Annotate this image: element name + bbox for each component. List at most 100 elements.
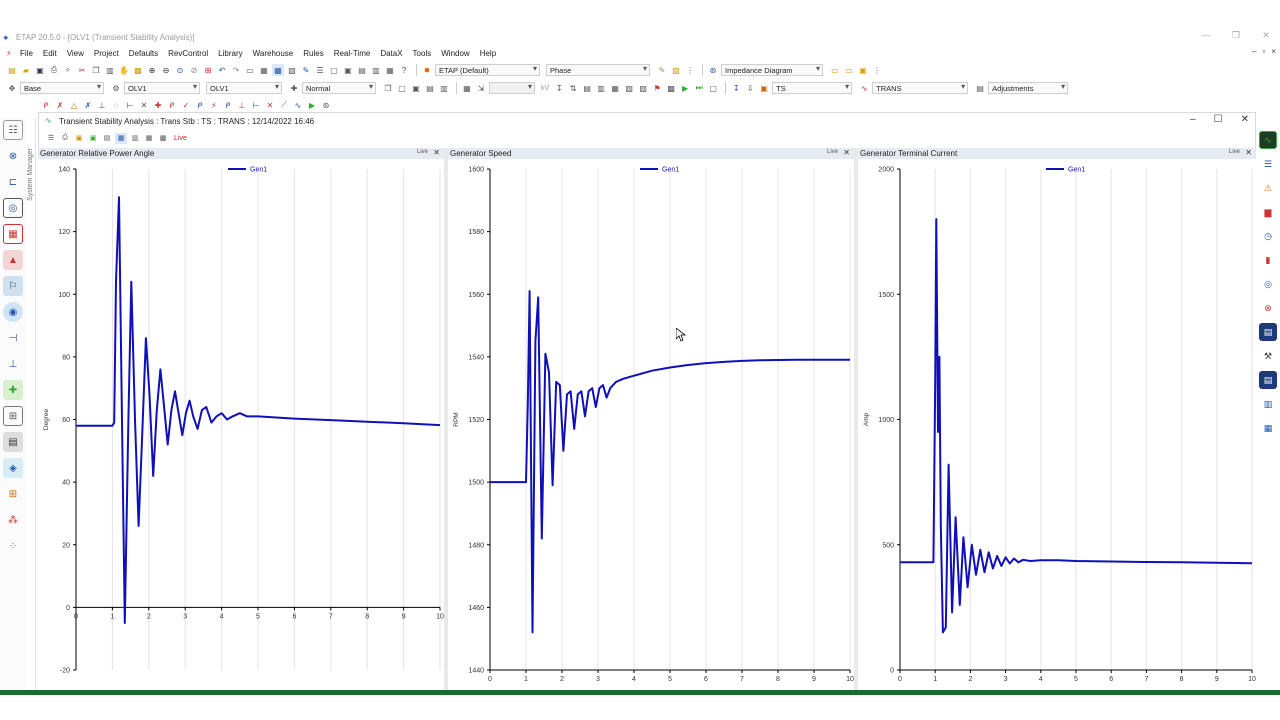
theme-icon[interactable]: ▣ bbox=[342, 64, 354, 76]
short-circuit-icon[interactable]: ⊏ bbox=[3, 172, 23, 192]
help-icon[interactable]: ? bbox=[398, 64, 410, 76]
cut-icon[interactable]: ✂ bbox=[76, 64, 88, 76]
hyperlink-icon[interactable]: ✎ bbox=[300, 64, 312, 76]
tree-icon[interactable]: ▥ bbox=[595, 82, 607, 94]
copy-config-icon[interactable]: ❐ bbox=[382, 82, 394, 94]
panel-live-label[interactable]: Live bbox=[827, 149, 838, 155]
filter-icon[interactable]: ▤ bbox=[424, 82, 436, 94]
menu-view[interactable]: View bbox=[62, 49, 89, 58]
copy-icon[interactable]: ❐ bbox=[90, 64, 102, 76]
report-icon[interactable]: ▦ bbox=[384, 64, 396, 76]
element-icon[interactable]: ⊢ bbox=[124, 99, 136, 111]
layout-icon[interactable]: ▥ bbox=[370, 64, 382, 76]
switch-icon[interactable]: ▧ bbox=[623, 82, 635, 94]
plot-export-icon[interactable]: ▣ bbox=[73, 133, 85, 144]
compare-results-icon[interactable]: ▥ bbox=[1259, 395, 1277, 413]
element-icon[interactable]: ◌ bbox=[110, 99, 122, 111]
motor-starting-icon[interactable]: ◎ bbox=[3, 198, 23, 218]
config-mode-select[interactable]: Normal bbox=[302, 82, 376, 94]
print-icon[interactable]: ⎙ bbox=[48, 64, 60, 76]
zoom-back-icon[interactable]: ⊘ bbox=[188, 64, 200, 76]
menu-warehouse[interactable]: Warehouse bbox=[248, 49, 299, 58]
alert-icon[interactable]: ▨ bbox=[637, 82, 649, 94]
adjustments-select[interactable]: Adjustments bbox=[988, 82, 1069, 94]
bus-icon[interactable]: ▤ bbox=[581, 82, 593, 94]
panel-system-icon[interactable]: ▤ bbox=[3, 432, 23, 452]
menu-file[interactable]: File bbox=[15, 49, 38, 58]
tool-settings-icon[interactable]: ⚒ bbox=[1259, 347, 1277, 365]
optimal-power-flow-icon[interactable]: ⊣ bbox=[3, 328, 23, 348]
menu-datax[interactable]: DataX bbox=[375, 49, 407, 58]
zoom-window-icon[interactable]: ⊙ bbox=[174, 64, 186, 76]
plot-layout-icon[interactable]: ▦ bbox=[115, 132, 127, 144]
print-preview-icon[interactable]: ⌕ bbox=[62, 64, 74, 76]
ruler-icon[interactable]: ⇲ bbox=[475, 82, 487, 94]
element-icon[interactable]: ⊥ bbox=[236, 99, 248, 111]
value-input[interactable] bbox=[489, 82, 535, 94]
redo-icon[interactable]: ↷ bbox=[230, 64, 242, 76]
action-list-icon[interactable]: ☰ bbox=[1259, 155, 1277, 173]
bar-chart-icon[interactable]: ▮ bbox=[1259, 251, 1277, 269]
element-icon[interactable]: ᑭ bbox=[166, 99, 178, 111]
dc-load-flow-icon[interactable]: ✚ bbox=[3, 380, 23, 400]
study-case-select[interactable]: TS bbox=[772, 82, 853, 94]
compare-icon[interactable]: ▢ bbox=[396, 82, 408, 94]
cancel-run-icon[interactable]: ⊗ bbox=[1259, 299, 1277, 317]
locking-icon[interactable]: ▥ bbox=[438, 82, 450, 94]
cable-pulling-icon[interactable]: ◈ bbox=[3, 458, 23, 478]
open-folder-icon[interactable]: ▰ bbox=[20, 64, 32, 76]
transient-stability-icon[interactable]: ▲ bbox=[3, 250, 23, 270]
mt-sim-icon[interactable]: ▤ bbox=[1259, 323, 1277, 341]
menu-revcontrol[interactable]: RevControl bbox=[163, 49, 213, 58]
element-icon[interactable]: ⟋ bbox=[278, 99, 290, 111]
mdi-minimize-icon[interactable]: – bbox=[1252, 47, 1256, 56]
scenario-icon[interactable]: ⇅ bbox=[567, 82, 579, 94]
zoom-out-icon[interactable]: ⊖ bbox=[160, 64, 172, 76]
element-icon[interactable]: ᑭ bbox=[222, 99, 234, 111]
element-icon[interactable]: ⚡ bbox=[208, 99, 220, 111]
panel-live-label[interactable]: Live bbox=[417, 149, 428, 155]
element-icon[interactable]: △ bbox=[68, 99, 80, 111]
element-icon[interactable]: ᑭ bbox=[194, 99, 206, 111]
run-icon[interactable]: ▶ bbox=[679, 82, 691, 94]
alert-view-icon[interactable]: ⚠ bbox=[1259, 179, 1277, 197]
table-icon[interactable]: ▦ bbox=[609, 82, 621, 94]
element-icon[interactable]: ∿ bbox=[292, 99, 304, 111]
unbalanced-load-icon[interactable]: ⊥ bbox=[3, 354, 23, 374]
contingency-icon[interactable]: ⁘ bbox=[3, 536, 23, 556]
arrow-down-2-icon[interactable]: ↧ bbox=[730, 82, 742, 94]
zoom-in-icon[interactable]: ⊕ bbox=[146, 64, 158, 76]
presentation-select[interactable]: OLV1 bbox=[124, 82, 200, 94]
network-tree-icon[interactable]: ☷ bbox=[3, 120, 23, 140]
check-continuity-icon[interactable]: ▦ bbox=[272, 64, 284, 76]
panel-close-icon[interactable]: ✕ bbox=[1245, 148, 1252, 157]
element-icon[interactable]: ⊢ bbox=[250, 99, 262, 111]
battery-sizing-icon[interactable]: ⊞ bbox=[3, 406, 23, 426]
document-menu-icon[interactable]: ⚡ bbox=[6, 49, 15, 58]
doc-minimize-icon[interactable]: – bbox=[1190, 114, 1196, 125]
ground-grid-icon[interactable]: ⊞ bbox=[3, 484, 23, 504]
plot-grid-icon[interactable]: ▦ bbox=[143, 133, 155, 144]
protective-device-icon[interactable]: ⚐ bbox=[3, 276, 23, 296]
menu-window[interactable]: Window bbox=[436, 49, 474, 58]
system-manager-tab[interactable]: System Manager bbox=[26, 118, 36, 690]
toolbar-options-icon[interactable]: ⋮ bbox=[684, 64, 696, 76]
zoom-fit-icon[interactable]: ▩ bbox=[132, 64, 144, 76]
run-batch-icon[interactable]: ⏭ bbox=[693, 82, 705, 94]
annotation-icon[interactable]: ▤ bbox=[356, 64, 368, 76]
element-icon[interactable]: ⊥ bbox=[96, 99, 108, 111]
arc-flash-icon[interactable]: ⁂ bbox=[3, 510, 23, 530]
show-grid-icon[interactable]: ▦ bbox=[258, 64, 270, 76]
close-icon[interactable]: ✕ bbox=[1260, 30, 1272, 41]
calculator-icon[interactable]: ▦ bbox=[461, 82, 473, 94]
save-icon[interactable]: ▣ bbox=[34, 64, 46, 76]
message-icon[interactable]: ▣ bbox=[857, 64, 869, 76]
element-icon[interactable]: ✕ bbox=[138, 99, 150, 111]
menu-library[interactable]: Library bbox=[213, 49, 247, 58]
paste-icon[interactable]: ▥ bbox=[104, 64, 116, 76]
restore-icon[interactable]: ❐ bbox=[1230, 30, 1242, 41]
arrow-expand-icon[interactable]: ⇩ bbox=[744, 82, 756, 94]
plot-tile-icon[interactable]: ▥ bbox=[129, 133, 141, 144]
display-icon[interactable]: ▩ bbox=[665, 82, 677, 94]
plot-zoom-icon[interactable]: ▤ bbox=[101, 133, 113, 144]
